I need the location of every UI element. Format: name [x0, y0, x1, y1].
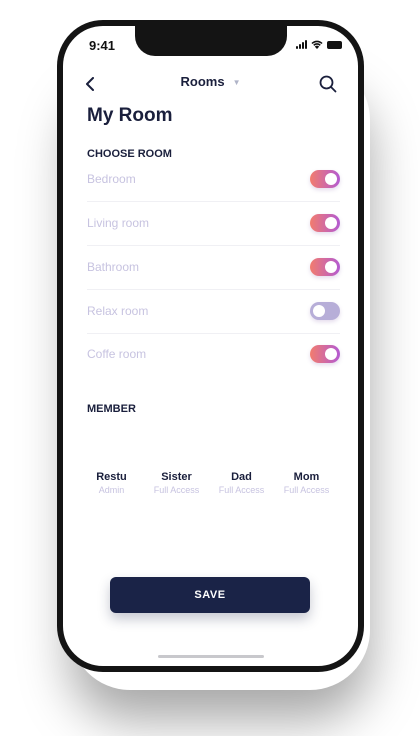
room-row: Living room [87, 201, 340, 246]
room-label: Relax room [87, 304, 149, 318]
room-label: Bathroom [87, 260, 140, 274]
signal-icon [296, 40, 307, 49]
member-name: Dad [231, 471, 252, 483]
wifi-icon [311, 40, 323, 49]
notch [135, 26, 287, 56]
member-item[interactable]: Restu Admin [79, 471, 144, 495]
toggle-knob [325, 173, 337, 185]
page-title: My Room [87, 105, 173, 126]
member-access: Full Access [283, 485, 330, 495]
save-button[interactable]: SAVE [110, 577, 310, 613]
room-toggle[interactable] [310, 214, 340, 232]
member-item[interactable]: Dad Full Access [209, 471, 274, 495]
rooms-dropdown[interactable]: Rooms ▼ [63, 74, 358, 89]
status-time: 9:41 [89, 38, 116, 53]
member-name: Mom [293, 471, 320, 483]
caret-down-icon: ▼ [232, 78, 241, 88]
toggle-knob [325, 217, 337, 229]
room-row: Coffe room [87, 332, 340, 376]
member-label: MEMBER [87, 403, 136, 415]
room-row: Relax room [87, 289, 340, 334]
phone-frame: 9:41 Rooms ▼ My Room CHOOSE ROOM Bedroom… [57, 20, 364, 672]
room-toggle[interactable] [310, 170, 340, 188]
home-indicator [158, 655, 264, 658]
room-toggle[interactable] [310, 258, 340, 276]
member-item[interactable]: Mom Full Access [274, 471, 339, 495]
member-access: Full Access [218, 485, 265, 495]
room-label: Coffe room [87, 347, 147, 361]
toggle-knob [325, 261, 337, 273]
member-access: Admin [98, 485, 125, 495]
room-toggle[interactable] [310, 345, 340, 363]
room-toggle[interactable] [310, 302, 340, 320]
status-icons [296, 40, 342, 49]
header-title: Rooms [180, 74, 225, 89]
battery-icon [327, 40, 342, 49]
room-row: Bedroom [87, 157, 340, 202]
room-label: Living room [87, 216, 150, 230]
search-button[interactable] [318, 74, 340, 96]
room-label: Bedroom [87, 172, 136, 186]
toggle-knob [313, 305, 325, 317]
member-access: Full Access [153, 485, 200, 495]
toggle-knob [325, 348, 337, 360]
header: Rooms ▼ [63, 73, 358, 97]
app-screen: 9:41 Rooms ▼ My Room CHOOSE ROOM Bedroom… [63, 26, 358, 666]
search-icon [319, 75, 337, 93]
members-list: Restu Admin Sister Full Access Dad Full Acces… [79, 471, 339, 495]
member-name: Sister [161, 471, 192, 483]
member-name: Restu [96, 471, 127, 483]
room-row: Bathroom [87, 245, 340, 290]
member-item[interactable]: Sister Full Access [144, 471, 209, 495]
